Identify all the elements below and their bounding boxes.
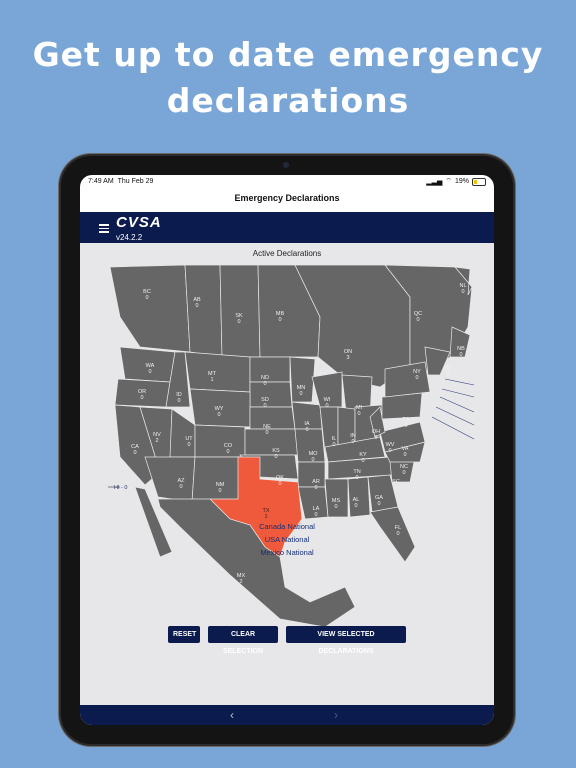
state-count-id: 0 <box>177 398 180 404</box>
state-count-ky: 0 <box>361 458 364 464</box>
state-count-wy: 0 <box>217 412 220 418</box>
state-count-in: 0 <box>351 439 354 445</box>
state-count-wa: 0 <box>148 369 151 375</box>
state-count-nc: 0 <box>402 470 405 476</box>
reset-button[interactable]: RESET <box>168 626 200 643</box>
state-count-co: 0 <box>226 449 229 455</box>
state-count-mb: 0 <box>278 317 281 323</box>
promo-headline: Get up to date emergency declarations <box>32 35 544 120</box>
state-count-mx: 2 <box>239 579 242 585</box>
region-nd[interactable] <box>249 356 291 383</box>
state-count-va: 0 <box>403 452 406 458</box>
region-nm[interactable] <box>191 456 241 503</box>
region-mt[interactable] <box>184 351 251 393</box>
state-count-wv: 0 <box>388 448 391 454</box>
state-count-az: 0 <box>179 484 182 490</box>
state-count-nv: 2 <box>155 438 158 444</box>
hamburger-menu-icon[interactable] <box>99 224 109 233</box>
state-count-la: 0 <box>314 512 317 518</box>
state-count-mt: 1 <box>210 377 213 383</box>
state-count-ny: 0 <box>415 375 418 381</box>
state-count-tx: 1 <box>264 514 267 520</box>
cvsa-logo: CVSA <box>116 214 162 231</box>
wifi-icon: ⌔ <box>445 178 452 185</box>
state-count-oh: 0 <box>374 435 377 441</box>
state-count-ar: 0 <box>314 485 317 491</box>
battery-percent: 19% <box>454 178 469 185</box>
state-count-or: 0 <box>140 395 143 401</box>
state-count-ab: 0 <box>195 303 198 309</box>
state-count-al: 0 <box>354 503 357 509</box>
state-count-ne: 0 <box>265 430 268 436</box>
region-sd[interactable] <box>249 381 293 408</box>
state-count-ut: 0 <box>187 442 190 448</box>
region-ut[interactable] <box>169 408 196 458</box>
state-count-ks: 0 <box>274 454 277 460</box>
region-la[interactable] <box>297 486 329 520</box>
region-sk[interactable] <box>219 264 261 358</box>
state-count-mo: 0 <box>311 457 314 463</box>
state-count-ga: 0 <box>377 501 380 507</box>
state-count-nm: 0 <box>218 488 221 494</box>
signal-icon: ▂▃▅ <box>426 178 443 186</box>
state-count-il: 0 <box>332 442 335 448</box>
state-count-pa: 0 <box>404 423 407 429</box>
region-mo[interactable] <box>294 428 326 463</box>
forward-chevron-icon[interactable]: › <box>334 708 338 722</box>
state-count-nd: 0 <box>263 381 266 387</box>
state-count-nl: 0 <box>461 289 464 295</box>
camera-dot <box>283 162 289 168</box>
state-count-qc: 0 <box>416 317 419 323</box>
app-version: v24.2.2 <box>116 233 143 242</box>
nav-title: Emergency Declarations <box>234 193 340 203</box>
canada-national-link[interactable]: Canada National <box>80 522 494 531</box>
region-bc[interactable] <box>109 264 191 353</box>
state-count-ca: 0 <box>133 450 136 456</box>
hawaii-label: HI - 0 <box>114 485 127 491</box>
region-az[interactable] <box>144 456 196 503</box>
north-america-map[interactable]: BC0 AB0SK0MB0ON3QC0NL0NB0WA0OR0 ID0MT1 ND0M… <box>80 257 494 627</box>
region-ab[interactable] <box>184 264 223 358</box>
region-ne[interactable] <box>249 406 296 430</box>
view-selected-declarations-button[interactable]: VIEW SELECTED DECLARATIONS <box>286 626 406 655</box>
state-count-mn: 0 <box>299 391 302 397</box>
state-count-ia: 0 <box>305 427 308 433</box>
state-count-me: 0 <box>446 371 449 377</box>
bottom-nav-bar: ‹ › <box>80 705 494 725</box>
state-count-on: 3 <box>346 355 349 361</box>
state-count-wi: 0 <box>325 403 328 409</box>
state-count-ms: 0 <box>334 504 337 510</box>
usa-national-link[interactable]: USA National <box>80 535 494 544</box>
region-co[interactable] <box>194 424 246 458</box>
status-indicators: ▂▃▅ ⌔ 19% <box>426 177 486 186</box>
state-count-sc: 0 <box>394 485 397 491</box>
state-count-ok: 0 <box>278 481 281 487</box>
mexico-national-link[interactable]: Mexico National <box>80 548 494 557</box>
state-count-sd: 0 <box>263 403 266 409</box>
state-count-bc: 0 <box>145 295 148 301</box>
status-time: 7:49 AM Thu Feb 29 <box>88 178 154 185</box>
clear-selection-button[interactable]: CLEAR SELECTION <box>208 626 278 655</box>
state-count-nb: 0 <box>459 352 462 358</box>
app-screen: 7:49 AM Thu Feb 29 ▂▃▅ ⌔ 19% Emergency D… <box>80 175 494 725</box>
status-bar: 7:49 AM Thu Feb 29 ▂▃▅ ⌔ 19% <box>80 175 494 189</box>
back-chevron-icon[interactable]: ‹ <box>230 708 234 722</box>
app-header: CVSA v24.2.2 <box>80 212 494 243</box>
battery-icon <box>472 177 486 186</box>
map-panel: Active Declarations BC 0 AB 0 SK 0 MB 0 … <box>80 243 494 705</box>
state-count-tn: 0 <box>355 475 358 481</box>
state-count-mi: 0 <box>357 411 360 417</box>
northeast-callout-lines <box>431 378 475 440</box>
state-count-sk: 0 <box>237 319 240 325</box>
